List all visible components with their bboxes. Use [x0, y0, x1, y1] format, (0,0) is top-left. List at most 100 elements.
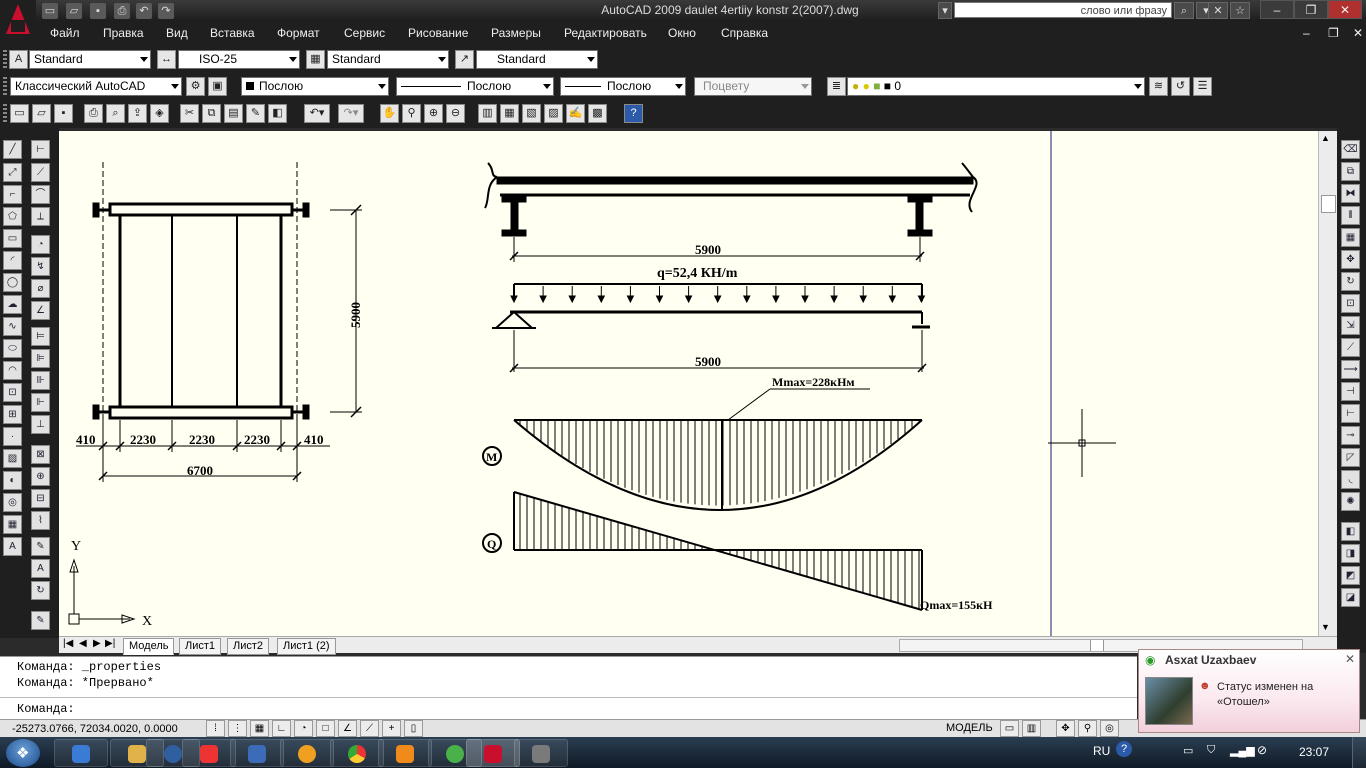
zoom-previous-icon[interactable]: ⊖	[446, 104, 465, 123]
trim-icon[interactable]: ⟋	[1341, 338, 1360, 357]
mtext-icon[interactable]: A	[3, 537, 22, 556]
gradient-icon[interactable]: ◐	[3, 471, 22, 490]
break-at-point-icon[interactable]: ⊣	[1341, 382, 1360, 401]
plot-icon[interactable]: ⎙	[84, 104, 103, 123]
aligned-dimension-icon[interactable]: ⟋	[31, 163, 50, 182]
zoom-window-icon[interactable]: ⊕	[424, 104, 443, 123]
dimedit-icon[interactable]: ✎	[31, 537, 50, 556]
menu-edit[interactable]: Правка	[103, 26, 144, 40]
model-space-label[interactable]: МОДЕЛЬ	[946, 722, 993, 734]
break-icon[interactable]: ⊢	[1341, 404, 1360, 423]
point-icon[interactable]: ·	[3, 427, 22, 446]
menu-file[interactable]: Файл	[50, 26, 80, 40]
dimtedit-icon[interactable]: A	[31, 559, 50, 578]
restore-button[interactable]: ❐	[1294, 0, 1328, 19]
doc-minimize-icon[interactable]: –	[1303, 26, 1310, 40]
tray-volume-icon[interactable]: ⊘	[1257, 743, 1267, 757]
mleader-style-icon[interactable]: ↗	[455, 50, 474, 69]
calculator-icon[interactable]: ▩	[588, 104, 607, 123]
minimize-button[interactable]: –	[1260, 0, 1294, 19]
taskbar-internet-explorer[interactable]	[54, 739, 108, 767]
insert-block-icon[interactable]: ⊡	[3, 383, 22, 402]
jogged-linear-icon[interactable]: ⌇	[31, 511, 50, 530]
command-window[interactable]: Команда: _properties Команда: *Прервано*…	[0, 656, 1137, 719]
save-icon[interactable]: ▪	[90, 3, 106, 19]
hatch-icon[interactable]: ▨	[3, 449, 22, 468]
tab-next-icon[interactable]: ▶	[93, 638, 101, 649]
dyn-icon[interactable]: +	[382, 720, 401, 737]
zoom-status-icon[interactable]: ⚲	[1078, 720, 1097, 737]
vertical-scrollbar[interactable]: ▲ ▼	[1318, 131, 1337, 636]
layer-previous-icon[interactable]: ↺	[1171, 77, 1190, 96]
search-icon[interactable]: ⌕	[1174, 2, 1194, 19]
menu-format[interactable]: Формат	[277, 26, 320, 40]
join-icon[interactable]: ⊸	[1341, 426, 1360, 445]
dimstyle-icon[interactable]: ✎	[31, 611, 50, 630]
tray-network-icon[interactable]: ▂▄▆	[1230, 744, 1255, 757]
hscroll-thumb[interactable]	[1090, 640, 1104, 651]
dim-style-select[interactable]: ISO-25	[178, 50, 300, 69]
tab-layout2[interactable]: Лист2	[227, 638, 270, 655]
plot-preview-icon[interactable]: ⌕	[106, 104, 125, 123]
taskbar-chrome[interactable]	[330, 739, 384, 767]
menu-dimension[interactable]: Размеры	[491, 26, 541, 40]
lwt-icon[interactable]: ▯	[404, 720, 423, 737]
tolerance-icon[interactable]: ⊠	[31, 445, 50, 464]
offset-icon[interactable]: ⫴	[1341, 206, 1360, 225]
toolbar-grip[interactable]	[3, 104, 7, 124]
taskbar-mail-agent[interactable]	[280, 739, 334, 767]
match-properties-icon[interactable]: ✎	[246, 104, 265, 123]
draworder-front-icon[interactable]: ◧	[1341, 522, 1360, 541]
region-icon[interactable]: ◎	[3, 493, 22, 512]
scroll-up-icon[interactable]: ▲	[1321, 133, 1330, 143]
continue-icon[interactable]: ⊪	[31, 371, 50, 390]
help-icon[interactable]: ?	[624, 104, 643, 123]
3d-dwf-icon[interactable]: ◈	[150, 104, 169, 123]
steering-wheel-icon[interactable]: ◎	[1100, 720, 1119, 737]
snap-icon[interactable]: ⋮	[228, 720, 247, 737]
osnap-icon[interactable]: □	[316, 720, 335, 737]
dimspace-icon[interactable]: ⊩	[31, 393, 50, 412]
pan-icon[interactable]: ✋	[380, 104, 399, 123]
clock[interactable]: 23:07	[1299, 745, 1329, 759]
quick-dimension-icon[interactable]: ⊨	[31, 327, 50, 346]
jogged-icon[interactable]: ↯	[31, 257, 50, 276]
ducs-icon[interactable]: ⟋	[360, 720, 379, 737]
copy-icon[interactable]: ⧉	[202, 104, 221, 123]
polyline-icon[interactable]: ⌐	[3, 185, 22, 204]
workspace-settings-icon[interactable]: ⚙	[186, 77, 205, 96]
line-icon[interactable]: ╱	[3, 140, 22, 159]
tab-layout1[interactable]: Лист1	[179, 638, 222, 655]
menu-draw[interactable]: Рисование	[408, 26, 468, 40]
text-style-select[interactable]: Standard	[29, 50, 151, 69]
sheet-set-icon[interactable]: ▨	[544, 104, 563, 123]
mirror-icon[interactable]: ⧓	[1341, 184, 1360, 203]
menu-modify[interactable]: Редактировать	[564, 26, 647, 40]
menu-view[interactable]: Вид	[166, 26, 188, 40]
dim-update-icon[interactable]: ↻	[31, 581, 50, 600]
diameter-icon[interactable]: ⌀	[31, 279, 50, 298]
start-button[interactable]: ❖	[6, 739, 40, 767]
menu-window[interactable]: Окно	[668, 26, 696, 40]
tab-first-icon[interactable]: |◀	[63, 638, 73, 649]
stretch-icon[interactable]: ⇲	[1341, 316, 1360, 335]
tab-layout1-2[interactable]: Лист1 (2)	[277, 638, 336, 655]
taskbar-yandex[interactable]	[182, 739, 236, 767]
radius-icon[interactable]: ◔	[31, 235, 50, 254]
dimbreak-icon[interactable]: ⊥	[31, 415, 50, 434]
polygon-icon[interactable]: ⬠	[3, 207, 22, 226]
tool-palettes-icon[interactable]: ▧	[522, 104, 541, 123]
erase-icon[interactable]: ⌫	[1341, 140, 1360, 159]
taskbar-other[interactable]	[514, 739, 568, 767]
autocad-logo-icon[interactable]	[0, 0, 36, 46]
doc-restore-icon[interactable]: ❐	[1328, 26, 1339, 40]
rectangle-icon[interactable]: ▭	[3, 229, 22, 248]
draworder-back-icon[interactable]: ◨	[1341, 544, 1360, 563]
ordinate-icon[interactable]: ⟂	[31, 207, 50, 226]
draworder-below-icon[interactable]: ◪	[1341, 588, 1360, 607]
spline-icon[interactable]: ∿	[3, 317, 22, 336]
toolbar-grip[interactable]	[3, 77, 7, 97]
circle-icon[interactable]: ◯	[3, 273, 22, 292]
doc-close-icon[interactable]: ✕	[1353, 26, 1363, 40]
redo-icon[interactable]: ↷	[158, 3, 174, 19]
